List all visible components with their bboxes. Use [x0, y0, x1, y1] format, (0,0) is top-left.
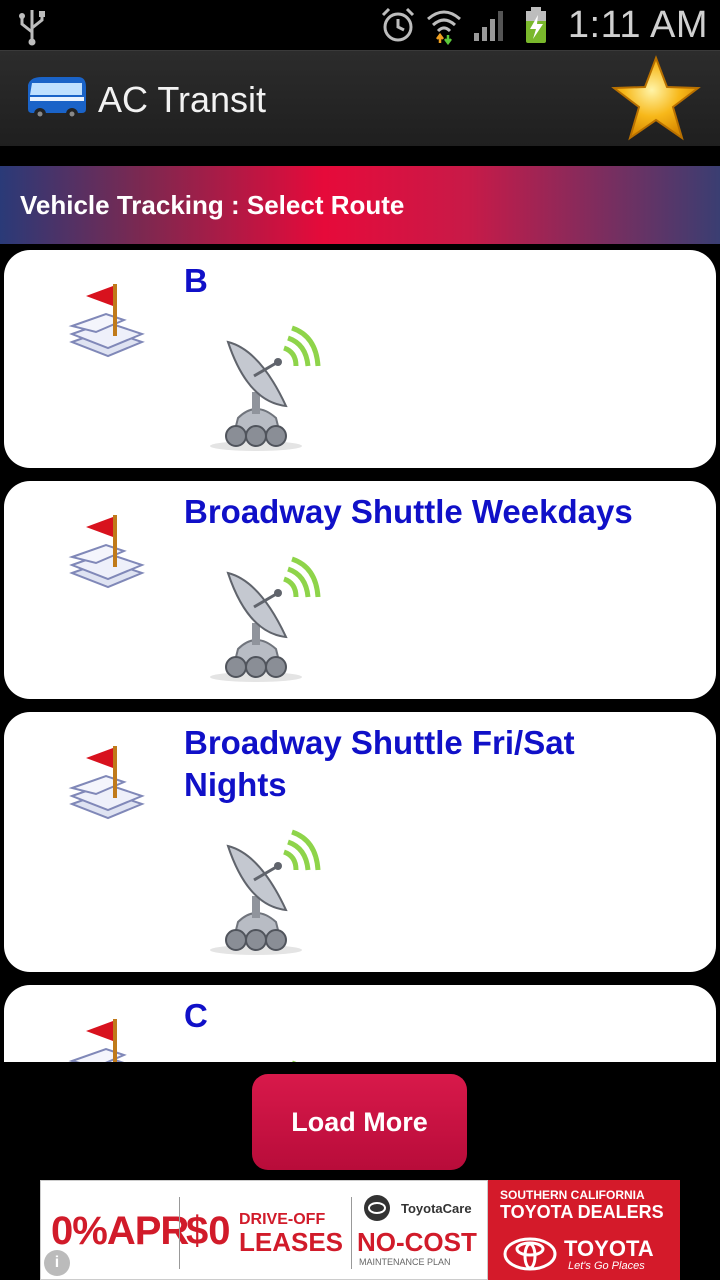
route-list[interactable]: B Broadway Shuttle Weekdays Broadway Shu…	[0, 244, 720, 1062]
toyota-logo-icon	[503, 1237, 557, 1271]
bottom-area: Load More 0%APR $0 DRIVE-OFF LEASES Toyo…	[0, 1062, 720, 1280]
alarm-icon	[381, 7, 414, 42]
status-time: 1:11 AM	[567, 3, 708, 46]
ad-offer-panel: 0%APR $0 DRIVE-OFF LEASES ToyotaCare NO-…	[40, 1180, 488, 1280]
route-name: Broadway Shuttle Fri/Sat Nights	[184, 724, 575, 803]
route-item-broadway-weekdays[interactable]: Broadway Shuttle Weekdays	[4, 481, 716, 699]
ad-divider	[179, 1197, 180, 1269]
battery-charging-icon	[525, 7, 546, 43]
route-item-c[interactable]: C	[4, 985, 716, 1062]
ad-dealer-panel: SOUTHERN CALIFORNIA TOYOTA DEALERS TOYOT…	[488, 1180, 680, 1280]
satellite-tracking-icon[interactable]	[204, 553, 328, 683]
route-item-broadway-fri-sat[interactable]: Broadway Shuttle Fri/Sat Nights	[4, 712, 716, 972]
signal-icon	[473, 11, 503, 41]
section-title: Vehicle Tracking : Select Route	[20, 190, 405, 220]
ad-info-icon[interactable]: i	[44, 1250, 70, 1276]
ad-region-text: SOUTHERN CALIFORNIA	[500, 1188, 645, 1202]
status-bar: 1:11 AM	[0, 0, 720, 50]
route-flag-icon	[68, 284, 145, 358]
satellite-tracking-icon[interactable]	[204, 322, 328, 452]
route-flag-icon	[68, 1019, 127, 1062]
ad-dollar-text: $0	[186, 1209, 231, 1253]
section-header: Vehicle Tracking : Select Route	[0, 166, 720, 244]
ad-apr-text: 0%APR	[51, 1209, 189, 1253]
action-bar: AC Transit	[0, 50, 720, 146]
load-more-button[interactable]: Load More	[252, 1074, 467, 1170]
wifi-icon	[426, 10, 461, 45]
route-flag-icon	[68, 746, 145, 820]
route-item-b[interactable]: B	[4, 250, 716, 468]
ad-lease-line2: LEASES	[239, 1227, 344, 1257]
ad-nocost-text: NO-COST	[357, 1227, 477, 1257]
app-title: AC Transit	[98, 79, 267, 120]
usb-icon	[19, 10, 45, 46]
ad-banner[interactable]: 0%APR $0 DRIVE-OFF LEASES ToyotaCare NO-…	[40, 1180, 680, 1280]
route-name: Broadway Shuttle Weekdays	[184, 493, 633, 530]
ad-plan-text: MAINTENANCE PLAN	[359, 1257, 451, 1267]
ad-brand-text: TOYOTA	[564, 1236, 654, 1261]
route-name: C	[184, 997, 208, 1034]
route-flag-icon	[68, 515, 145, 589]
ad-dealers-text: TOYOTA DEALERS	[500, 1202, 664, 1222]
satellite-tracking-icon[interactable]	[204, 826, 328, 956]
spacer	[0, 146, 720, 166]
bus-icon	[28, 77, 86, 120]
toyotacare-logo-icon	[364, 1195, 390, 1221]
route-name: B	[184, 262, 208, 299]
ad-divider	[351, 1197, 352, 1269]
favorite-star-icon[interactable]	[610, 54, 702, 144]
ad-slogan-text: Let's Go Places	[568, 1260, 645, 1272]
ad-care-text: ToyotaCare	[401, 1201, 472, 1216]
